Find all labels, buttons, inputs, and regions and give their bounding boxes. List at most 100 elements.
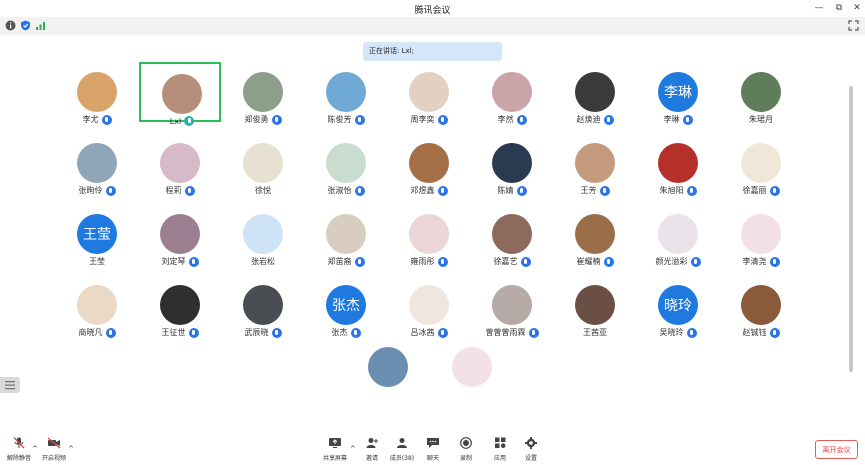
participant-avatar[interactable] <box>452 347 492 387</box>
members-icon <box>397 438 407 448</box>
participant-tile[interactable]: 王芳 <box>554 133 636 196</box>
apps-button[interactable]: 应用 <box>490 437 510 465</box>
chat-label: 聊天 <box>426 455 439 462</box>
participant-tile[interactable]: 李琳 李琳 <box>637 62 719 125</box>
participant-tile[interactable]: 崔耀楠 <box>554 204 636 267</box>
participant-name-row: 徐悦 <box>222 185 304 196</box>
participant-name-row: 程莉 <box>139 185 221 196</box>
participant-tile[interactable]: 王征世 <box>139 275 221 338</box>
participant-name-row: 武辰晓 <box>222 327 304 338</box>
participant-tile[interactable]: 雍雨彤 <box>388 204 470 267</box>
invite-button[interactable]: 邀请 <box>362 437 382 465</box>
record-button[interactable]: 录制 <box>456 437 476 465</box>
scrollbar[interactable] <box>849 86 853 372</box>
participant-tile[interactable]: 张岩松 <box>222 204 304 266</box>
share-screen-button[interactable]: 共享屏幕 <box>320 437 350 465</box>
participant-tile[interactable]: 陈俊芳 <box>305 62 387 125</box>
participant-name: 朱旭阳 <box>659 186 684 195</box>
chat-button[interactable]: 聊天 <box>423 437 443 465</box>
participant-tile[interactable]: 赵焕迪 <box>554 62 636 125</box>
participant-tile[interactable]: 徐嘉艺 <box>471 204 553 267</box>
participant-name: 李琳 <box>663 115 680 124</box>
avatar <box>243 72 283 112</box>
participant-name: 张昫伶 <box>78 186 103 195</box>
leave-meeting-button[interactable]: 离开会议 <box>815 440 858 459</box>
participant-name-row: 徐嘉丽 <box>720 185 802 196</box>
avatar: 张杰 <box>326 285 366 325</box>
participant-tile[interactable]: 赵铖钰 <box>720 275 802 338</box>
audio-options-caret[interactable]: ^ <box>32 445 38 453</box>
participant-tile[interactable]: 张淑怡 <box>305 133 387 196</box>
signal-icon[interactable] <box>35 20 46 31</box>
avatar <box>492 143 532 183</box>
share-screen-icon <box>329 438 341 448</box>
participant-name: 程莉 <box>165 186 182 195</box>
participant-tile[interactable]: 商晓凡 <box>56 275 138 338</box>
microphone-icon <box>528 327 539 338</box>
participant-tile[interactable]: 朱珺月 <box>720 62 802 124</box>
participant-tile[interactable]: 王莹 王莹 <box>56 204 138 266</box>
bottom-toolbar: 解除静音 ^ 开启视频 ^ 共享屏幕 ^ 邀请 成员(38) 聊天 录制 应用 … <box>0 433 865 465</box>
participant-tile[interactable]: 刘定琴 <box>139 204 221 267</box>
participant-tile[interactable]: 曾曾曾雨霖 <box>471 275 553 338</box>
participant-name: 赵焕迪 <box>576 115 601 124</box>
info-icon[interactable] <box>5 20 16 31</box>
share-options-caret[interactable]: ^ <box>350 445 356 453</box>
participant-name: 徐悦 <box>255 186 271 195</box>
shield-icon[interactable] <box>20 20 31 31</box>
participant-tile[interactable]: 徐悦 <box>222 133 304 196</box>
minimize-button[interactable]: — <box>812 2 826 15</box>
participant-tile[interactable]: 徐嘉丽 <box>720 133 802 196</box>
speaking-label: 正在讲话: <box>369 47 402 55</box>
settings-button[interactable]: 设置 <box>521 437 541 465</box>
microphone-icon <box>686 327 697 338</box>
participant-tile[interactable]: 朱旭阳 <box>637 133 719 196</box>
participant-name-row: 吕冰茜 <box>388 327 470 338</box>
participant-tile[interactable]: 陈婧 <box>471 133 553 196</box>
participant-tile[interactable]: 程莉 <box>139 133 221 196</box>
maximize-button[interactable]: ⧉ <box>832 2 846 15</box>
participant-name: 朱珺月 <box>749 115 773 124</box>
avatar <box>575 214 615 254</box>
participant-name: 吕冰茜 <box>410 328 435 337</box>
participant-name-row: 张淑怡 <box>305 185 387 196</box>
participant-tile[interactable]: 武辰晓 <box>222 275 304 338</box>
participant-tile[interactable]: 颜光溢彩 <box>637 204 719 267</box>
participant-tile[interactable]: 李清尧 <box>720 204 802 267</box>
avatar <box>409 72 449 112</box>
avatar <box>77 143 117 183</box>
participant-tile[interactable]: 李尤 <box>56 62 138 125</box>
participant-name-row: 赵焕迪 <box>554 114 636 125</box>
participant-name: 李尤 <box>82 115 99 124</box>
participant-tile[interactable]: 邓煜鑫 <box>388 133 470 196</box>
participant-name: 雍雨彤 <box>410 257 435 266</box>
participant-tile[interactable]: 李然 <box>471 62 553 125</box>
participant-name-row: 曾曾曾雨霖 <box>471 327 553 338</box>
participant-tile[interactable]: 郑苗裔 <box>305 204 387 267</box>
participant-tile[interactable]: 张杰 张杰 <box>305 275 387 338</box>
participant-tile[interactable]: 周李奕 <box>388 62 470 125</box>
microphone-icon <box>101 114 112 125</box>
participant-tile[interactable]: 晓玲 吴晓玲 <box>637 275 719 338</box>
microphone-icon <box>769 185 780 196</box>
close-button[interactable]: ✕ <box>850 2 864 15</box>
window-title: 腾讯会议 <box>414 6 451 16</box>
fullscreen-icon[interactable] <box>848 20 859 31</box>
member-list-toggle[interactable] <box>0 377 20 393</box>
start-video-button[interactable]: 开启视频 <box>40 437 68 465</box>
participant-grid: 李尤 Lxl 郑俊勇 陈俊芳 周李奕 李然赵焕迪 李琳 李琳朱珺月张昫伶 程莉 徐悦 张淑怡 邓煜鑫陈… <box>56 62 836 342</box>
participant-tile[interactable]: 吕冰茜 <box>388 275 470 338</box>
participant-avatar[interactable] <box>368 347 408 387</box>
participant-tile[interactable]: 王茜亚 <box>554 275 636 337</box>
video-options-caret[interactable]: ^ <box>68 445 74 453</box>
apps-label: 应用 <box>493 455 506 462</box>
unmute-button[interactable]: 解除静音 <box>4 437 34 465</box>
participant-tile[interactable]: 张昫伶 <box>56 133 138 196</box>
members-button[interactable]: 成员(38) <box>388 437 416 465</box>
avatar <box>575 72 615 112</box>
participant-name: 吴晓玲 <box>659 328 684 337</box>
members-label: 成员(38) <box>389 455 415 462</box>
participant-tile[interactable]: Lxl <box>139 62 221 126</box>
participant-tile[interactable]: 郑俊勇 <box>222 62 304 125</box>
avatar <box>326 143 366 183</box>
